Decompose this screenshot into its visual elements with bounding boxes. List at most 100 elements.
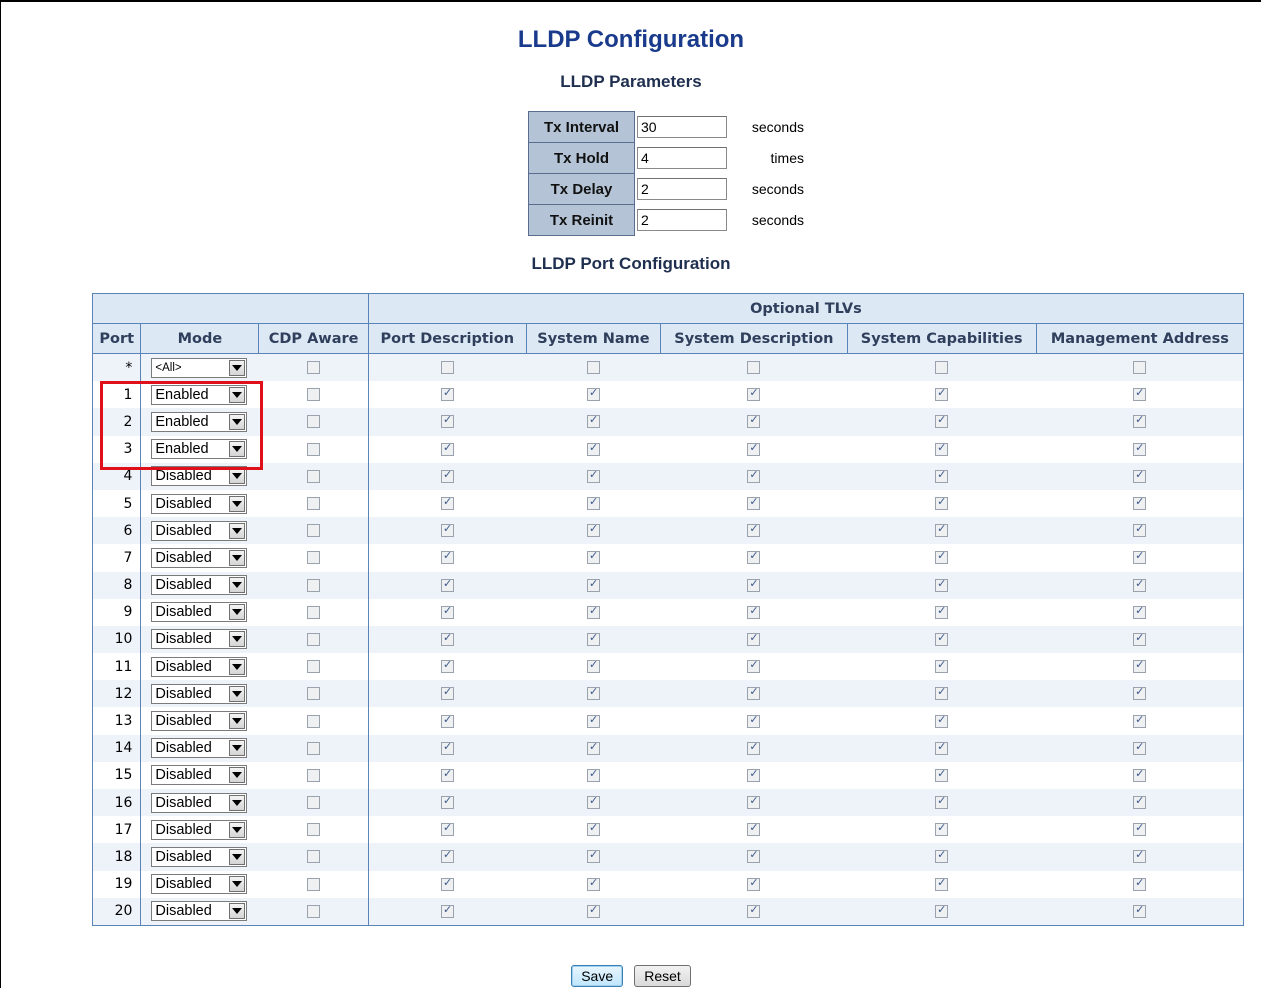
- system-description-checkbox[interactable]: [747, 495, 761, 511]
- management-address-checkbox[interactable]: [1133, 876, 1147, 891]
- cdp-aware-checkbox[interactable]: [306, 605, 320, 619]
- system-description-checkbox[interactable]: [747, 794, 761, 810]
- chevron-down-icon[interactable]: [229, 794, 246, 811]
- system-name-checkbox[interactable]: [586, 767, 600, 782]
- mode-select[interactable]: Disabled: [151, 765, 248, 786]
- port-description-checkbox[interactable]: [441, 685, 455, 701]
- system-description-checkbox[interactable]: [747, 577, 761, 592]
- system-name-checkbox[interactable]: [586, 549, 600, 565]
- port-description-checkbox[interactable]: [441, 441, 455, 456]
- chevron-down-icon[interactable]: [229, 903, 246, 920]
- mode-select[interactable]: <All>: [151, 357, 248, 378]
- system-description-checkbox[interactable]: [747, 740, 761, 755]
- system-description-checkbox[interactable]: [747, 604, 761, 619]
- system-capabilities-checkbox[interactable]: [935, 903, 949, 918]
- cdp-aware-checkbox[interactable]: [306, 796, 320, 810]
- mode-select[interactable]: Disabled: [151, 874, 248, 895]
- chevron-down-icon[interactable]: [229, 685, 246, 702]
- mode-select[interactable]: Enabled: [151, 411, 248, 432]
- system-name-checkbox[interactable]: [586, 713, 600, 728]
- cdp-aware-checkbox[interactable]: [306, 497, 320, 511]
- port-description-checkbox[interactable]: [441, 740, 455, 755]
- management-address-checkbox[interactable]: [1133, 468, 1147, 483]
- mode-select[interactable]: Disabled: [151, 575, 248, 596]
- cdp-aware-checkbox[interactable]: [306, 823, 320, 837]
- management-address-checkbox[interactable]: [1133, 713, 1147, 728]
- port-description-checkbox[interactable]: [441, 386, 455, 402]
- mode-select[interactable]: Disabled: [151, 901, 248, 922]
- management-address-checkbox[interactable]: [1133, 386, 1147, 402]
- cdp-aware-checkbox[interactable]: [306, 904, 320, 918]
- management-address-checkbox[interactable]: [1133, 549, 1147, 565]
- mode-select[interactable]: Disabled: [151, 683, 248, 704]
- system-capabilities-checkbox[interactable]: [935, 413, 949, 429]
- cdp-aware-checkbox[interactable]: [306, 687, 320, 701]
- system-capabilities-checkbox[interactable]: [935, 740, 949, 755]
- system-capabilities-checkbox[interactable]: [935, 794, 949, 810]
- mode-select[interactable]: Disabled: [151, 846, 248, 867]
- system-capabilities-checkbox[interactable]: [935, 821, 949, 837]
- system-description-checkbox[interactable]: [747, 441, 761, 456]
- port-description-checkbox[interactable]: [441, 903, 455, 918]
- management-address-checkbox[interactable]: [1133, 413, 1147, 429]
- system-description-checkbox[interactable]: [747, 821, 761, 837]
- chevron-down-icon[interactable]: [229, 549, 246, 566]
- system-name-checkbox[interactable]: [586, 848, 600, 864]
- cdp-aware-checkbox[interactable]: [306, 632, 320, 646]
- management-address-checkbox[interactable]: [1133, 794, 1147, 810]
- system-capabilities-checkbox[interactable]: [935, 468, 949, 483]
- system-name-checkbox[interactable]: [586, 604, 600, 619]
- chevron-down-icon[interactable]: [229, 876, 246, 893]
- management-address-checkbox[interactable]: [1133, 821, 1147, 837]
- management-address-checkbox[interactable]: [1133, 495, 1147, 511]
- system-name-checkbox[interactable]: [586, 821, 600, 837]
- system-name-checkbox[interactable]: [586, 740, 600, 755]
- chevron-down-icon[interactable]: [229, 658, 246, 675]
- system-description-checkbox[interactable]: [747, 386, 761, 402]
- port-description-checkbox[interactable]: [441, 658, 455, 674]
- cdp-aware-checkbox[interactable]: [306, 524, 320, 538]
- cdp-aware-checkbox[interactable]: [306, 469, 320, 483]
- management-address-checkbox[interactable]: [1133, 631, 1147, 646]
- reset-button[interactable]: Reset: [634, 965, 691, 987]
- system-capabilities-checkbox[interactable]: [935, 577, 949, 592]
- port-description-checkbox[interactable]: [441, 767, 455, 782]
- chevron-down-icon[interactable]: [229, 713, 246, 730]
- system-capabilities-checkbox[interactable]: [935, 631, 949, 646]
- cdp-aware-checkbox[interactable]: [306, 714, 320, 728]
- system-capabilities-checkbox[interactable]: [935, 767, 949, 782]
- port-description-checkbox[interactable]: [441, 549, 455, 565]
- system-description-checkbox[interactable]: [747, 658, 761, 674]
- system-name-checkbox[interactable]: [586, 658, 600, 674]
- cdp-aware-checkbox[interactable]: [306, 578, 320, 592]
- mode-select[interactable]: Disabled: [151, 547, 248, 568]
- system-name-checkbox[interactable]: [586, 631, 600, 646]
- port-description-checkbox[interactable]: [441, 713, 455, 728]
- system-name-checkbox[interactable]: [586, 577, 600, 592]
- system-description-checkbox[interactable]: [747, 468, 761, 483]
- port-description-checkbox[interactable]: [441, 821, 455, 837]
- system-name-checkbox[interactable]: [586, 794, 600, 810]
- port-description-checkbox[interactable]: [441, 468, 455, 483]
- system-description-checkbox[interactable]: [747, 903, 761, 918]
- system-name-checkbox[interactable]: [586, 685, 600, 701]
- system-capabilities-checkbox[interactable]: [935, 658, 949, 674]
- system-description-checkbox[interactable]: [747, 767, 761, 782]
- system-capabilities-checkbox[interactable]: [935, 685, 949, 701]
- system-capabilities-checkbox[interactable]: [935, 549, 949, 565]
- management-address-checkbox[interactable]: [1133, 441, 1147, 456]
- management-address-checkbox[interactable]: [1133, 685, 1147, 701]
- management-address-checkbox[interactable]: [1133, 361, 1147, 375]
- system-name-checkbox[interactable]: [586, 468, 600, 483]
- system-description-checkbox[interactable]: [747, 413, 761, 429]
- cdp-aware-checkbox[interactable]: [306, 361, 320, 375]
- cdp-aware-checkbox[interactable]: [306, 741, 320, 755]
- chevron-down-icon[interactable]: [229, 413, 246, 430]
- chevron-down-icon[interactable]: [229, 631, 246, 648]
- mode-select[interactable]: Disabled: [151, 602, 248, 623]
- system-capabilities-checkbox[interactable]: [935, 522, 949, 538]
- chevron-down-icon[interactable]: [229, 821, 246, 838]
- mode-select[interactable]: Disabled: [151, 656, 248, 677]
- port-description-checkbox[interactable]: [441, 495, 455, 511]
- cdp-aware-checkbox[interactable]: [306, 551, 320, 565]
